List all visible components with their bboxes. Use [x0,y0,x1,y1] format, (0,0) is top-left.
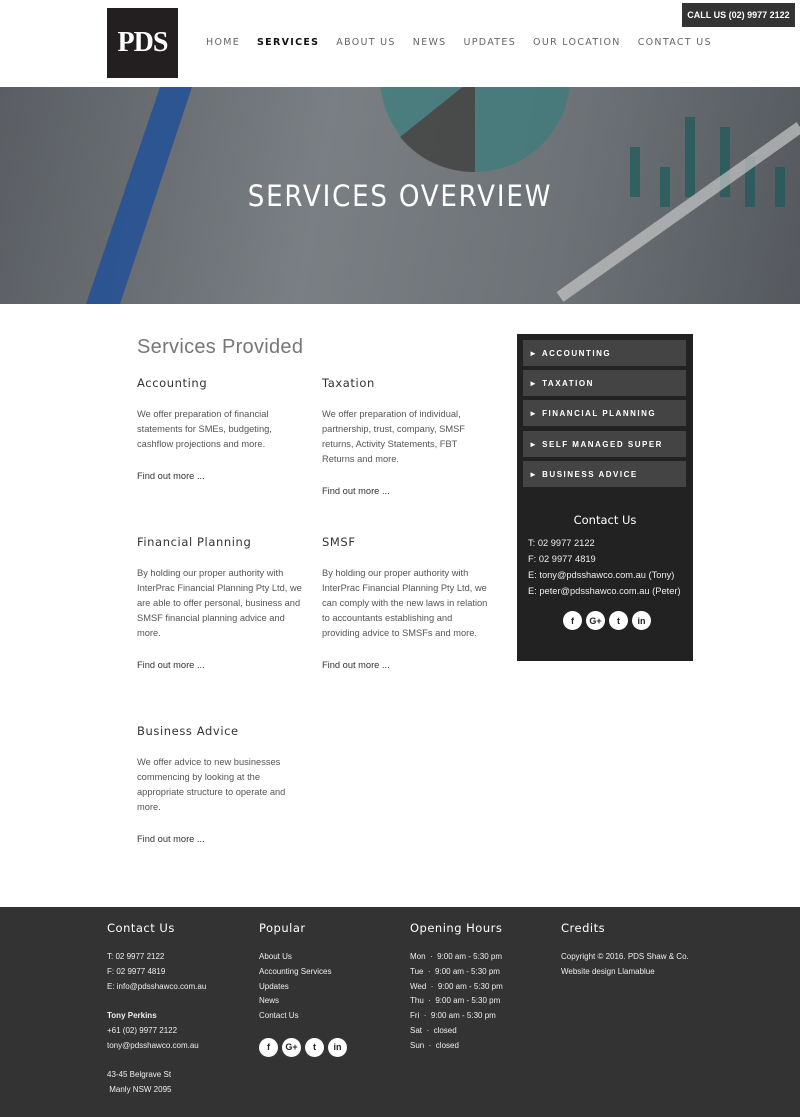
find-out-more-link[interactable]: Find out more ... [137,471,205,481]
hours-row: Sun · closed [410,1040,459,1050]
nav-about[interactable]: ABOUT US [336,37,396,48]
nav-news[interactable]: NEWS [413,37,447,48]
page-title: Services Provided [137,336,304,358]
footer-fax: F: 02 9977 4819 [107,966,166,976]
sidebar-phone: T: 02 9977 2122 [528,538,595,548]
service-smsf: SMSF By holding our proper authority wit… [322,535,492,673]
facebook-icon[interactable]: f [563,611,582,630]
service-text: We offer preparation of individual, part… [322,409,465,464]
footer-link-updates[interactable]: Updates [259,982,347,997]
google-plus-icon[interactable]: G+ [282,1037,301,1057]
hero-title: SERVICES OVERVIEW [247,179,553,213]
footer-link-news[interactable]: News [259,996,347,1011]
copyright-text: Copyright © 2016. PDS Shaw & Co. [561,952,689,961]
hours-row: Thu · 9:00 am - 5:30 pm [410,996,501,1006]
linkedin-icon[interactable]: in [328,1037,347,1057]
sidebar-email-peter[interactable]: E: peter@pdsshawco.com.au (Peter) [528,586,681,596]
footer-person-phone: +61 (02) 9977 2122 [107,1025,178,1035]
design-credit-link[interactable]: Website design Llamablue [561,967,689,982]
call-us-button[interactable]: CALL US (02) 9977 2122 [682,3,795,27]
sidebar-taxation-button[interactable]: ► TAXATION [523,370,686,396]
footer-popular: Popular About Us Accounting Services Upd… [259,921,347,1057]
footer-phone: T: 02 9977 2122 [107,952,165,961]
sidebar-business-advice-button[interactable]: ► BUSINESS ADVICE [523,461,686,487]
hero-banner: SERVICES OVERVIEW [0,87,800,304]
sidebar: ► ACCOUNTING ► TAXATION ► FINANCIAL PLAN… [517,334,693,661]
footer-link-contact[interactable]: Contact Us [259,1011,347,1026]
footer-social: f G+ t in [259,1037,347,1057]
nav-home[interactable]: HOME [206,37,240,48]
find-out-more-link[interactable]: Find out more ... [322,660,390,670]
service-accounting: Accounting We offer preparation of finan… [137,376,307,484]
sidebar-smsf-button[interactable]: ► SELF MANAGED SUPER [523,431,686,457]
pds-logo[interactable]: PDS [107,8,178,78]
hours-row: Fri · 9:00 am - 5:30 pm [410,1011,496,1021]
service-taxation: Taxation We offer preparation of individ… [322,376,492,499]
facebook-icon[interactable]: f [259,1037,278,1057]
sidebar-contact-title: Contact Us [573,513,637,527]
service-title: Accounting [137,376,208,390]
service-text: By holding our proper authority with Int… [322,568,488,638]
sidebar-email-tony[interactable]: E: tony@pdsshawco.com.au (Tony) [528,570,674,580]
footer-contact-title: Contact Us [107,921,175,935]
google-plus-icon[interactable]: G+ [586,611,605,630]
hours-row: Wed · 9:00 am - 5:30 pm [410,981,503,991]
footer-address-line: Manly NSW 2095 [107,1085,172,1095]
find-out-more-link[interactable]: Find out more ... [322,486,390,496]
main-nav: HOME SERVICES ABOUT US NEWS UPDATES OUR … [206,37,712,48]
site-header: PDS HOME SERVICES ABOUT US NEWS UPDATES … [0,0,800,87]
service-text: We offer preparation of financial statem… [137,409,272,449]
footer-link-accounting[interactable]: Accounting Services [259,967,347,982]
footer-link-about[interactable]: About Us [259,952,347,967]
footer-contact: Contact Us T: 02 9977 2122 F: 02 9977 48… [107,921,206,1100]
service-text: We offer advice to new businesses commen… [137,757,286,812]
nav-contact[interactable]: CONTACT US [638,37,712,48]
twitter-icon[interactable]: t [305,1037,324,1057]
footer-popular-title: Popular [259,921,306,935]
linkedin-icon[interactable]: in [632,611,651,630]
footer-address-line: 43-45 Belgrave St [107,1070,172,1080]
service-title: Business Advice [137,724,239,738]
nav-services[interactable]: SERVICES [257,37,319,48]
footer-credits-title: Credits [561,921,606,935]
nav-location[interactable]: OUR LOCATION [533,37,621,48]
sidebar-fax: F: 02 9977 4819 [528,554,596,564]
site-footer: Contact Us T: 02 9977 2122 F: 02 9977 48… [0,907,800,1117]
sidebar-accounting-button[interactable]: ► ACCOUNTING [523,340,686,366]
service-title: Taxation [322,376,375,390]
sidebar-social: f G+ t in [563,611,651,630]
footer-person-email[interactable]: tony@pdsshawco.com.au [107,1041,206,1056]
sidebar-financial-planning-button[interactable]: ► FINANCIAL PLANNING [523,400,686,426]
footer-hours: Opening Hours Mon · 9:00 am - 5:30 pm Tu… [410,921,503,1056]
footer-hours-title: Opening Hours [410,921,503,935]
service-title: Financial Planning [137,535,252,549]
service-title: SMSF [322,535,356,549]
twitter-icon[interactable]: t [609,611,628,630]
hours-row: Mon · 9:00 am - 5:30 pm [410,952,503,961]
hours-row: Tue · 9:00 am - 5:30 pm [410,966,500,976]
hours-row: Sat · closed [410,1025,457,1035]
footer-contact-name: Tony Perkins [107,1011,157,1021]
footer-credits: Credits Copyright © 2016. PDS Shaw & Co.… [561,921,689,982]
service-text: By holding our proper authority with Int… [137,568,302,638]
find-out-more-link[interactable]: Find out more ... [137,834,205,844]
service-business-advice: Business Advice We offer advice to new b… [137,724,307,847]
find-out-more-link[interactable]: Find out more ... [137,660,205,670]
nav-updates[interactable]: UPDATES [464,37,517,48]
footer-email[interactable]: E: info@pdsshawco.com.au [107,982,206,997]
service-financial-planning: Financial Planning By holding our proper… [137,535,307,673]
